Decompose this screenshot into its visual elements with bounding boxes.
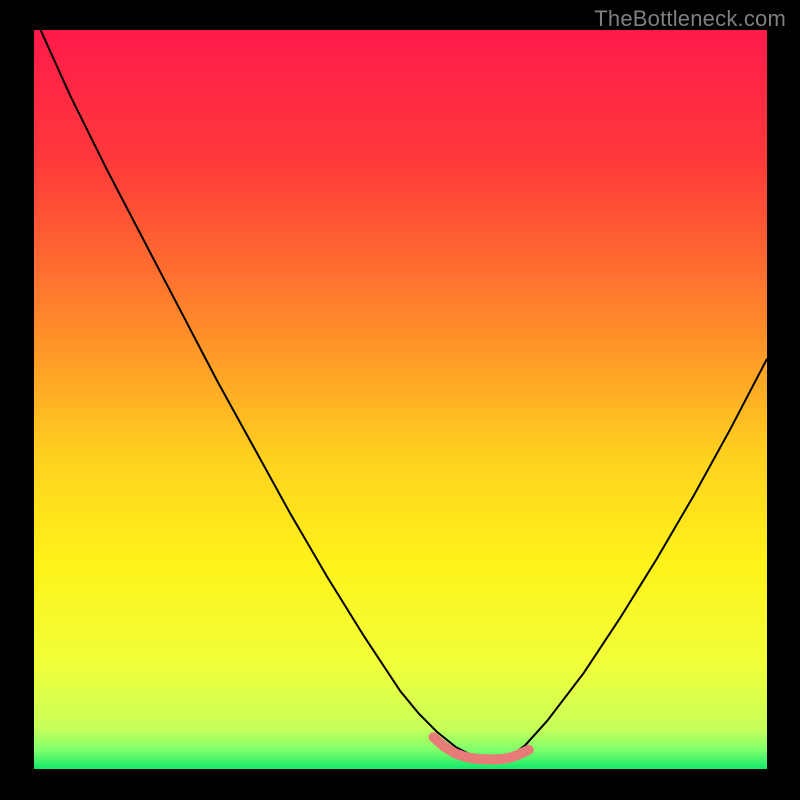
chart-svg	[34, 30, 767, 769]
plot-area	[34, 30, 767, 769]
gradient-background	[34, 30, 767, 769]
site-watermark: TheBottleneck.com	[594, 6, 786, 32]
chart-frame: TheBottleneck.com	[0, 0, 800, 800]
